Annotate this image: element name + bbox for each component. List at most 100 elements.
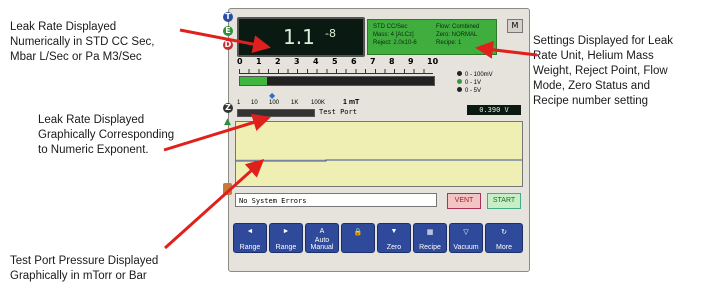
lock-icon: 🔒 <box>353 229 363 236</box>
settings-box[interactable]: STD CC/Sec Mass: 4 [At.Cz] Reject: 2.0x1… <box>367 19 497 55</box>
callout-settings: Settings Displayed for Leak Rate Unit, H… <box>533 34 709 109</box>
pressure-unit-label: 1 mT <box>343 99 360 106</box>
range-up-icon: ► <box>282 228 290 235</box>
callout-line: Test Port Pressure Displayed <box>10 255 159 267</box>
callout-line: Numerically in STD CC Sec, <box>10 36 155 48</box>
callout-line: Mode, Zero Status and <box>533 80 650 92</box>
legend-label: 0 - 100mV <box>465 72 493 78</box>
t-icon[interactable]: T <box>223 12 233 22</box>
leak-rate-readout: 1.1 -8 <box>237 17 365 57</box>
pressure-tick: 100K <box>311 100 326 106</box>
recipe-button[interactable]: ▦ Recipe <box>413 223 447 253</box>
d-icon[interactable]: D <box>223 40 233 50</box>
callout-line: Settings Displayed for Leak <box>533 35 673 47</box>
zero-label: Zero <box>386 244 402 251</box>
flow-setting: Flow: Combined <box>436 24 480 30</box>
callout-line: Mbar L/Sec or Pa M3/Sec <box>10 51 142 63</box>
leak-rate-bar-track <box>239 76 435 86</box>
callout-line: Rate Unit, Helium Mass <box>533 50 654 62</box>
lock-button[interactable]: 🔒 <box>341 223 375 253</box>
range-legend: 0 - 100mV 0 - 1V 0 - 5V <box>457 71 493 95</box>
lock-side-icon[interactable] <box>223 183 232 195</box>
status-message: No System Errors <box>235 193 437 207</box>
leak-scale-tick: 8 <box>389 57 395 66</box>
graph-trace <box>236 159 522 162</box>
legend-item: 0 - 5V <box>457 87 493 95</box>
pressure-scale: ◆ 1 10 100 1K 100K 1 mT Test Port 0.390 … <box>235 91 521 121</box>
leak-rate-scale: 0 1 2 3 4 5 6 7 8 9 10 <box>235 57 439 91</box>
callout-test-port: Test Port Pressure Displayed Graphically… <box>10 254 225 284</box>
recipe-icon: ▦ <box>426 229 434 236</box>
leak-rate-mantissa: 1.1 <box>283 25 315 49</box>
callout-line: Graphically in mTorr or Bar <box>10 270 147 282</box>
leak-rate-exponent: -8 <box>325 27 336 40</box>
z-icon[interactable]: Z <box>223 103 233 113</box>
more-button[interactable]: ↻ More <box>485 223 523 253</box>
vacuum-button[interactable]: ▽ Vacuum <box>449 223 483 253</box>
vacuum-icon: ▽ <box>463 229 469 236</box>
leak-scale-ticks: 0 1 2 3 4 5 6 7 8 9 10 <box>235 57 439 69</box>
pressure-marker-icon: ◆ <box>269 91 276 100</box>
leak-scale-tick: 3 <box>294 57 300 66</box>
range-down-button[interactable]: ◄ Range <box>233 223 267 253</box>
instrument-panel: T E D Z ▲ 1.1 -8 STD CC/Sec Mass: 4 [At.… <box>223 8 530 272</box>
m-button[interactable]: M <box>507 19 523 33</box>
callout-line: Graphically Corresponding <box>38 129 175 141</box>
recipe-label: Recipe <box>419 244 441 251</box>
more-icon: ↻ <box>501 229 507 236</box>
leak-scale-tick: 1 <box>256 57 262 66</box>
callout-line: to Numeric Exponent. <box>38 144 149 156</box>
pressure-tick: 1K <box>291 100 299 106</box>
leak-rate-graph <box>235 121 523 187</box>
more-label: More <box>496 244 512 251</box>
range-down-label: Range <box>239 244 261 251</box>
legend-dot-icon <box>457 79 462 84</box>
leak-scale-tick: 9 <box>408 57 414 66</box>
leak-scale-tick: 4 <box>313 57 319 66</box>
pressure-tick: 10 <box>251 100 258 106</box>
vacuum-label: Vacuum <box>453 244 479 251</box>
legend-label: 0 - 5V <box>465 88 482 94</box>
callout-leak-rate-graphic: Leak Rate Displayed Graphically Correspo… <box>38 113 218 158</box>
leak-scale-tickline <box>239 69 433 74</box>
legend-item: 0 - 1V <box>457 79 493 87</box>
leak-scale-tick: 0 <box>237 57 243 66</box>
leak-rate-bar-fill <box>240 77 268 85</box>
leak-scale-tick: 5 <box>332 57 338 66</box>
auto-manual-label: Auto Manual <box>310 237 334 251</box>
callout-line: Leak Rate Displayed <box>38 114 145 126</box>
zero-icon: ▼ <box>390 228 398 235</box>
voltage-readout: 0.390 V <box>467 105 521 115</box>
recipe-setting: Recipe: 1 <box>436 40 462 46</box>
callout-line: Weight, Reject Point, Flow <box>533 65 668 77</box>
callout-leak-rate-numeric: Leak Rate Displayed Numerically in STD C… <box>10 20 210 65</box>
leak-scale-tick: 6 <box>351 57 357 66</box>
auto-manual-button[interactable]: A Auto Manual <box>305 223 339 253</box>
zero-setting: Zero: NORMAL <box>436 32 478 38</box>
unit-setting: STD CC/Sec <box>373 24 408 30</box>
callout-line: Recipe number setting <box>533 95 649 107</box>
legend-label: 0 - 1V <box>465 80 482 86</box>
pressure-tick: 100 <box>269 100 280 106</box>
auto-manual-icon: A <box>319 228 325 235</box>
legend-dot-icon <box>457 71 462 76</box>
range-up-label: Range <box>275 244 297 251</box>
mass-setting: Mass: 4 [At.Cz] <box>373 32 414 38</box>
test-port-label: Test Port <box>319 108 357 116</box>
callout-line: Leak Rate Displayed <box>10 21 117 33</box>
legend-dot-icon <box>457 87 462 92</box>
leak-scale-tick: 10 <box>427 57 439 66</box>
up-arrow-icon: ▲ <box>224 117 231 127</box>
vent-button[interactable]: VENT <box>447 193 481 209</box>
pressure-tick: 1 <box>237 100 241 106</box>
start-button[interactable]: START <box>487 193 521 209</box>
pressure-bar-track <box>237 109 315 117</box>
leak-scale-tick: 7 <box>370 57 376 66</box>
reject-setting: Reject: 2.0x10-6 <box>373 40 417 46</box>
range-up-button[interactable]: ► Range <box>269 223 303 253</box>
leak-scale-tick: 2 <box>275 57 281 66</box>
zero-button[interactable]: ▼ Zero <box>377 223 411 253</box>
range-down-icon: ◄ <box>246 228 254 235</box>
e-icon[interactable]: E <box>223 26 233 36</box>
legend-item: 0 - 100mV <box>457 71 493 79</box>
